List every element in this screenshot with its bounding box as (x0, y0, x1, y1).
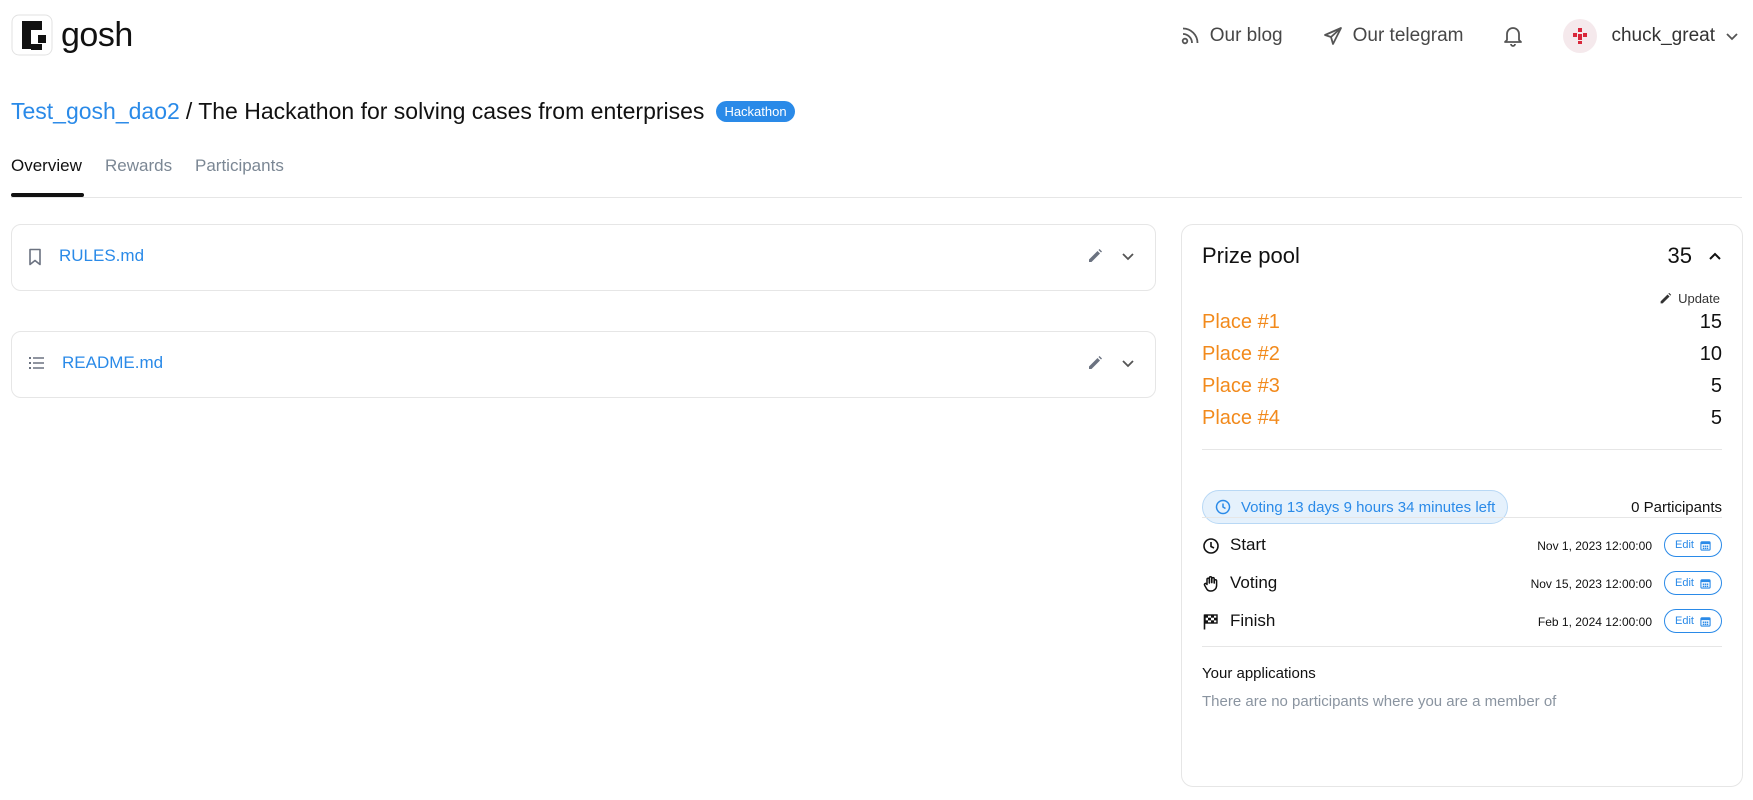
voting-value: Nov 15, 2023 12:00:00 (1530, 577, 1652, 591)
tab-participants[interactable]: Participants (195, 156, 284, 176)
start-date-row: Start Nov 1, 2023 12:00:00 Edit (1202, 533, 1722, 561)
place-label: Place #4 (1202, 407, 1280, 429)
tab-bar: Overview Rewards Participants (11, 152, 1742, 198)
place-label: Place #3 (1202, 375, 1280, 397)
update-label: Update (1678, 291, 1720, 306)
place-value: 5 (1710, 407, 1722, 429)
pencil-icon[interactable] (1087, 355, 1103, 371)
edit-label: Edit (1675, 615, 1694, 627)
logo-text: gosh (61, 16, 133, 54)
update-button[interactable]: Update (1659, 291, 1720, 306)
flag-icon (1203, 614, 1218, 630)
list-icon (29, 357, 44, 369)
breadcrumb-separator: / (185, 98, 193, 124)
tab-overview[interactable]: Overview (11, 156, 82, 176)
blog-link[interactable]: Our blog (1180, 25, 1283, 47)
pencil-icon (1660, 292, 1672, 304)
notifications-button[interactable] (1503, 25, 1523, 47)
edit-label: Edit (1675, 577, 1694, 589)
prize-pool-panel: Prize pool 35 Update Place #1 15 Place #… (1181, 224, 1743, 787)
edit-finish-button[interactable]: Edit (1664, 609, 1722, 633)
top-header: gosh Our blog Our telegram chuck_great (0, 0, 1753, 72)
bookmark-icon (29, 248, 41, 266)
rss-icon (1181, 27, 1199, 45)
edit-start-button[interactable]: Edit (1664, 533, 1722, 557)
applications-title: Your applications (1202, 665, 1316, 682)
place-row: Place #3 5 (1202, 375, 1722, 405)
voting-status-text: Voting 13 days 9 hours 34 minutes left (1241, 498, 1496, 516)
page-title: The Hackathon for solving cases from ent… (198, 98, 705, 124)
start-value: Nov 1, 2023 12:00:00 (1537, 539, 1652, 553)
place-label: Place #2 (1202, 343, 1280, 365)
gosh-logo-icon (11, 14, 53, 56)
hand-icon (1203, 576, 1218, 592)
readme-doc-link[interactable]: README.md (62, 353, 163, 373)
voting-label: Voting (1230, 573, 1278, 592)
prize-pool-total: 35 (1667, 243, 1692, 268)
calendar-icon (1700, 578, 1711, 589)
edit-voting-button[interactable]: Edit (1664, 571, 1722, 595)
finish-label: Finish (1230, 611, 1276, 630)
rules-doc-link[interactable]: RULES.md (59, 246, 144, 266)
readme-doc-card[interactable]: README.md (11, 331, 1156, 398)
calendar-icon (1700, 540, 1711, 551)
divider (1202, 517, 1722, 518)
breadcrumb: Test_gosh_dao2 / The Hackathon for solvi… (11, 98, 795, 125)
place-value: 5 (1710, 375, 1722, 397)
place-value: 10 (1699, 343, 1722, 365)
avatar (1563, 19, 1598, 53)
clock-icon (1215, 499, 1231, 515)
start-label: Start (1230, 535, 1266, 554)
place-label: Place #1 (1202, 311, 1280, 333)
telegram-link[interactable]: Our telegram (1323, 25, 1464, 47)
place-row: Place #4 5 (1202, 407, 1722, 437)
bell-icon (1504, 27, 1523, 47)
place-row: Place #2 10 (1202, 343, 1722, 373)
telegram-label: Our telegram (1352, 25, 1464, 46)
header-actions: Our blog Our telegram chuck_great (1180, 18, 1753, 54)
tab-rewards[interactable]: Rewards (105, 156, 172, 176)
chevron-down-icon (1726, 33, 1738, 41)
chevron-down-icon[interactable] (1121, 356, 1135, 370)
participants-count: 0 Participants (1631, 499, 1722, 516)
blog-label: Our blog (1209, 25, 1283, 46)
dao-link[interactable]: Test_gosh_dao2 (11, 98, 180, 125)
user-menu[interactable]: chuck_great (1563, 19, 1739, 53)
pencil-icon[interactable] (1087, 248, 1103, 264)
avatar-icon (1573, 28, 1588, 44)
type-badge: Hackathon (716, 101, 795, 122)
username: chuck_great (1611, 25, 1715, 46)
voting-status-badge: Voting 13 days 9 hours 34 minutes left (1202, 490, 1509, 524)
applications-empty-text: There are no participants where you are … (1202, 693, 1557, 710)
finish-value: Feb 1, 2024 12:00:00 (1537, 615, 1652, 629)
voting-date-row: Voting Nov 15, 2023 12:00:00 Edit (1202, 571, 1722, 599)
place-value: 15 (1699, 311, 1722, 333)
active-tab-indicator (11, 193, 84, 197)
clock-icon (1203, 538, 1219, 554)
edit-label: Edit (1675, 539, 1694, 551)
rules-doc-card[interactable]: RULES.md (11, 224, 1156, 291)
divider (1202, 646, 1722, 647)
chevron-down-icon[interactable] (1121, 249, 1135, 263)
finish-date-row: Finish Feb 1, 2024 12:00:00 Edit (1202, 609, 1722, 637)
chevron-up-icon[interactable] (1708, 249, 1722, 263)
divider (1202, 449, 1722, 450)
calendar-icon (1700, 616, 1711, 627)
prize-pool-title: Prize pool (1202, 243, 1300, 268)
send-icon (1323, 27, 1342, 45)
logo[interactable]: gosh (11, 14, 133, 56)
place-row: Place #1 15 (1202, 311, 1722, 341)
